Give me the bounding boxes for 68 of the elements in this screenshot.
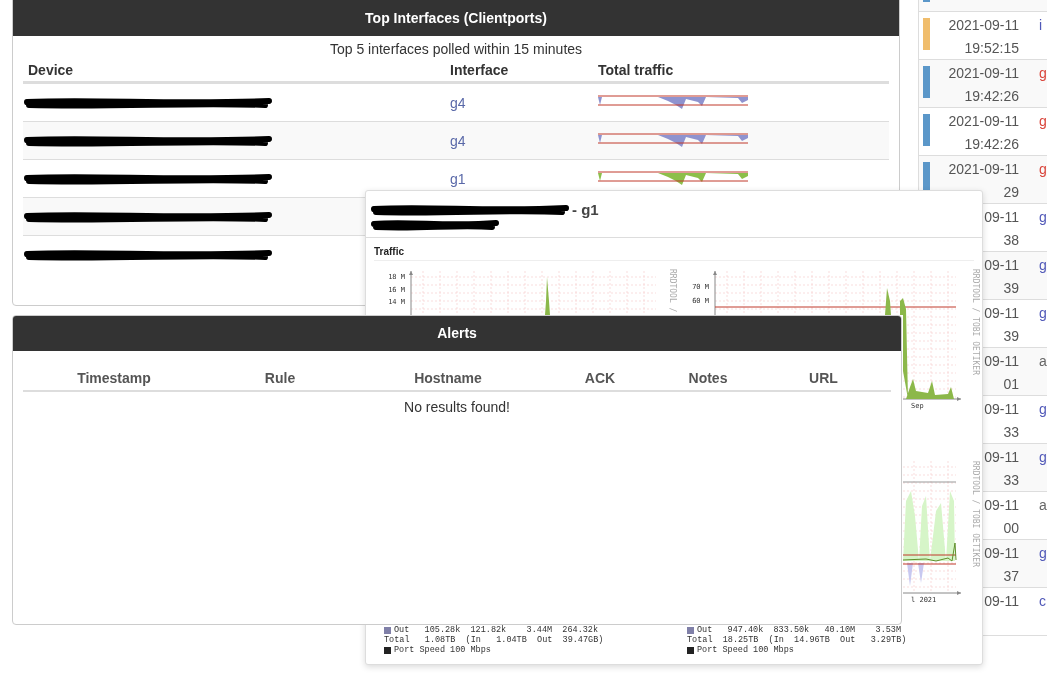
panel-title: Top Interfaces (Clientports) [13,0,899,36]
column-header: Hostname [413,369,483,386]
event-type: a [1039,496,1047,515]
event-date: 09-11 [984,592,1019,611]
column-header: URL [808,369,839,386]
event-time: 29 [1003,183,1019,202]
event-date: 09-11 [984,304,1019,323]
event-date: 09-11 [984,352,1019,371]
column-header: Total traffic [598,62,675,78]
legend-text: Port Speed 100 Mbps [697,645,794,655]
event-time: 19:52:15 [964,39,1019,58]
credit-label: RRDTOOL / TOBI OETIKER [971,461,980,567]
panel-title: Alerts [13,316,901,351]
event-time: 33 [1003,471,1019,490]
event-type: a [1039,352,1047,371]
event-type[interactable]: g [1039,252,1047,277]
event-date: 09-11 [984,544,1019,563]
event-date: 09-11 [984,496,1019,515]
event-date: 2021-09-11 [948,112,1019,131]
event-time: 39 [1003,327,1019,346]
empty-message: No results found! [403,399,511,415]
event-time: 00 [1003,519,1019,538]
event-type[interactable]: g [1039,60,1047,85]
interface-link[interactable]: g4 [450,94,466,111]
column-header: Timestamp [76,369,152,386]
column-header: ACK [583,369,617,386]
interface-link[interactable]: g4 [450,132,466,149]
event-date: 09-11 [984,400,1019,419]
event-type[interactable]: g [1039,156,1047,181]
event-type[interactable]: g [1039,540,1047,565]
legend-text: Port Speed 100 Mbps [394,645,491,655]
column-header: Interface [450,62,510,78]
section-title: Traffic [374,246,974,261]
interface-link[interactable]: g1 [450,170,466,187]
event-time: 39 [1003,279,1019,298]
event-time: 19:42:26 [964,135,1019,154]
traffic-sparkline[interactable] [598,168,748,185]
column-header: Rule [263,369,297,386]
event-type[interactable]: i [1039,12,1043,37]
event-time: 37 [1003,567,1019,586]
table-caption: Top 5 interfaces polled within 15 minutes [328,41,584,57]
legend-text: Total 1.08TB (In 1.04TB Out 39.47GB) [384,635,604,645]
event-type[interactable]: g [1039,108,1047,133]
event-date: 2021-09-11 [948,16,1019,35]
event-type[interactable]: g [1039,444,1047,469]
legend-text: Total 18.25TB (In 14.96TB Out 3.29TB) [687,635,907,645]
event-date: 09-11 [984,208,1019,227]
event-date: 09-11 [984,256,1019,275]
event-time: 01 [1003,375,1019,394]
column-header: Device [27,62,75,78]
legend-text: Out 947.40k 833.50k 40.10M 3.53M [697,625,902,635]
event-time: 38 [1003,231,1019,250]
event-time: 19:42:26 [964,87,1019,106]
popup-title: - g1 [572,201,599,218]
event-date: 2021-09-11 [948,64,1019,83]
event-time: 33 [1003,423,1019,442]
traffic-sparkline[interactable] [598,130,748,147]
credit-label: RRDTOOL / [668,269,677,313]
event-type[interactable]: c [1039,588,1046,613]
event-type[interactable]: g [1039,396,1047,421]
event-type[interactable]: g [1039,204,1047,229]
traffic-sparkline[interactable] [598,92,748,109]
event-date: 09-11 [984,448,1019,467]
legend-text: Out 105.28k 121.82k 3.44M 264.32k [394,625,599,635]
credit-label: RRDTOOL / TOBI OETIKER [971,269,980,375]
event-date: 2021-09-11 [948,160,1019,179]
event-type[interactable]: g [1039,300,1047,325]
column-header: Notes [687,369,729,386]
